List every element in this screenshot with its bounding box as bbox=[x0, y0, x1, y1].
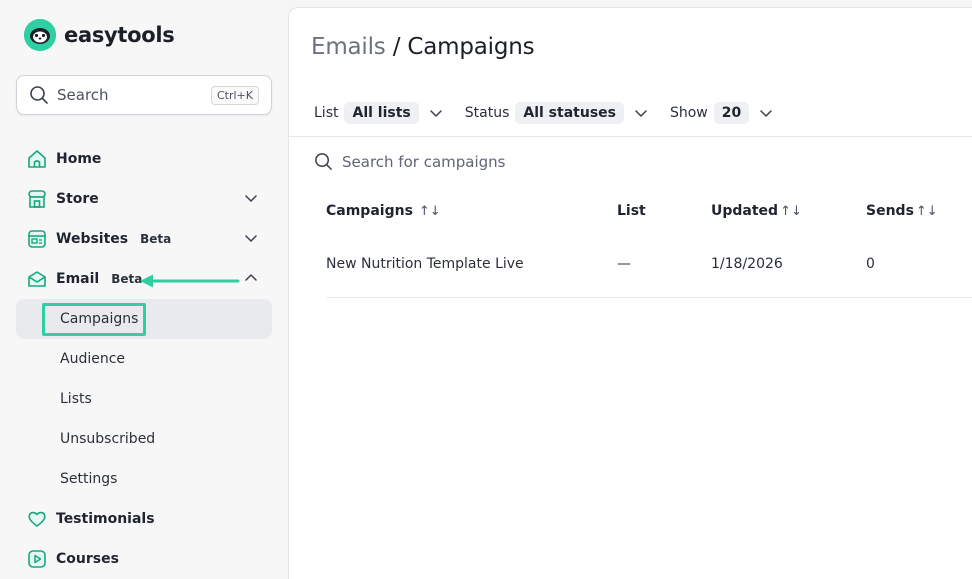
breadcrumb-emails[interactable]: Emails bbox=[311, 34, 386, 60]
app-window: easytools Search Ctrl+K Home Store Websi… bbox=[0, 0, 972, 579]
cell-list: — bbox=[617, 256, 631, 272]
sidebar-nav: Home Store Websites Beta Email Beta Camp… bbox=[16, 139, 272, 579]
sidebar-subitem-unsubscribed[interactable]: Unsubscribed bbox=[16, 419, 272, 459]
breadcrumb-separator: / bbox=[385, 34, 408, 60]
filter-status[interactable]: Status All statuses bbox=[465, 102, 648, 124]
sidebar-item-label: Lists bbox=[60, 391, 92, 407]
sidebar-item-label: Settings bbox=[60, 471, 118, 487]
sidebar-item-label: Home bbox=[56, 151, 102, 167]
chevron-down-icon[interactable] bbox=[244, 231, 258, 245]
filter-list[interactable]: List All lists bbox=[314, 102, 443, 124]
filter-bar: List All lists Status All statuses Show … bbox=[314, 101, 795, 125]
beta-badge: Beta bbox=[140, 232, 172, 246]
heart-icon bbox=[26, 508, 48, 530]
column-header-updated[interactable]: Updated ↑↓ bbox=[711, 203, 802, 219]
campaign-search-placeholder: Search for campaigns bbox=[342, 152, 506, 171]
table-header: Campaigns ↑↓ List Updated ↑↓ Sends ↑↓ bbox=[326, 203, 972, 223]
sidebar-item-label: Testimonials bbox=[56, 511, 155, 527]
sidebar: easytools Search Ctrl+K Home Store Websi… bbox=[0, 0, 288, 579]
cell-updated: 1/18/2026 bbox=[711, 256, 783, 272]
column-header-campaigns[interactable]: Campaigns ↑↓ bbox=[326, 203, 441, 219]
column-header-sends[interactable]: Sends ↑↓ bbox=[866, 203, 938, 219]
filter-value: 20 bbox=[713, 102, 750, 124]
divider bbox=[289, 136, 972, 137]
global-search[interactable]: Search Ctrl+K bbox=[16, 75, 272, 115]
sidebar-item-label: Audience bbox=[60, 351, 126, 367]
filter-show[interactable]: Show 20 bbox=[670, 102, 773, 124]
sidebar-item-label: Websites bbox=[56, 231, 129, 247]
page-title: Emails / Campaigns bbox=[311, 34, 535, 60]
sidebar-subitem-lists[interactable]: Lists bbox=[16, 379, 272, 419]
filter-label: Show bbox=[669, 105, 708, 121]
filter-label: Status bbox=[464, 105, 510, 121]
email-icon bbox=[26, 268, 48, 290]
sidebar-subitem-settings[interactable]: Settings bbox=[16, 459, 272, 499]
sidebar-item-testimonials[interactable]: Testimonials bbox=[16, 499, 272, 539]
search-label: Search bbox=[57, 86, 109, 104]
filter-label: List bbox=[314, 105, 339, 121]
page-title-text: Campaigns bbox=[407, 34, 535, 60]
sidebar-item-label: Campaigns bbox=[60, 311, 139, 327]
brand-logo[interactable]: easytools bbox=[24, 18, 175, 52]
column-label: List bbox=[617, 203, 646, 219]
sidebar-item-websites[interactable]: Websites Beta bbox=[16, 219, 272, 259]
sidebar-item-label: Unsubscribed bbox=[60, 431, 156, 447]
chevron-down-icon bbox=[430, 110, 442, 117]
website-icon bbox=[26, 228, 48, 250]
chevron-down-icon bbox=[635, 110, 647, 117]
sort-icon: ↑↓ bbox=[915, 203, 938, 219]
sidebar-item-label: Email bbox=[56, 271, 100, 287]
sidebar-item-courses[interactable]: Courses bbox=[16, 539, 272, 579]
sidebar-item-store[interactable]: Store bbox=[16, 179, 272, 219]
search-icon bbox=[30, 86, 48, 104]
chevron-down-icon bbox=[760, 110, 772, 117]
chevron-down-icon[interactable] bbox=[244, 191, 258, 205]
sidebar-subitem-campaigns[interactable]: Campaigns bbox=[16, 299, 272, 339]
sort-icon: ↑↓ bbox=[418, 203, 441, 219]
brand-name: easytools bbox=[64, 23, 175, 47]
chevron-up-icon[interactable] bbox=[244, 271, 258, 285]
sidebar-item-label: Store bbox=[56, 191, 99, 207]
cell-campaign-name[interactable]: New Nutrition Template Live bbox=[326, 256, 524, 272]
column-label: Campaigns bbox=[326, 203, 413, 219]
campaign-search-input[interactable]: Search for campaigns bbox=[314, 152, 505, 171]
table-row[interactable]: New Nutrition Template Live — 1/18/2026 … bbox=[326, 256, 972, 298]
play-icon bbox=[26, 548, 48, 570]
column-header-list: List bbox=[617, 203, 646, 219]
filter-value: All lists bbox=[344, 102, 419, 124]
column-label: Updated bbox=[711, 203, 779, 219]
filter-value: All statuses bbox=[515, 102, 624, 124]
sort-icon: ↑↓ bbox=[780, 203, 802, 219]
search-icon bbox=[315, 153, 332, 170]
cell-sends: 0 bbox=[866, 256, 875, 272]
sidebar-item-home[interactable]: Home bbox=[16, 139, 272, 179]
store-icon bbox=[26, 188, 48, 210]
sloth-logo-icon bbox=[24, 19, 56, 51]
home-icon bbox=[26, 148, 48, 170]
search-shortcut: Ctrl+K bbox=[210, 85, 259, 105]
sidebar-item-label: Courses bbox=[56, 551, 119, 567]
annotation-arrow-icon bbox=[140, 274, 240, 288]
main-panel: Emails / Campaigns List All lists Status… bbox=[288, 7, 972, 579]
column-label: Sends bbox=[866, 203, 914, 219]
sidebar-subitem-audience[interactable]: Audience bbox=[16, 339, 272, 379]
